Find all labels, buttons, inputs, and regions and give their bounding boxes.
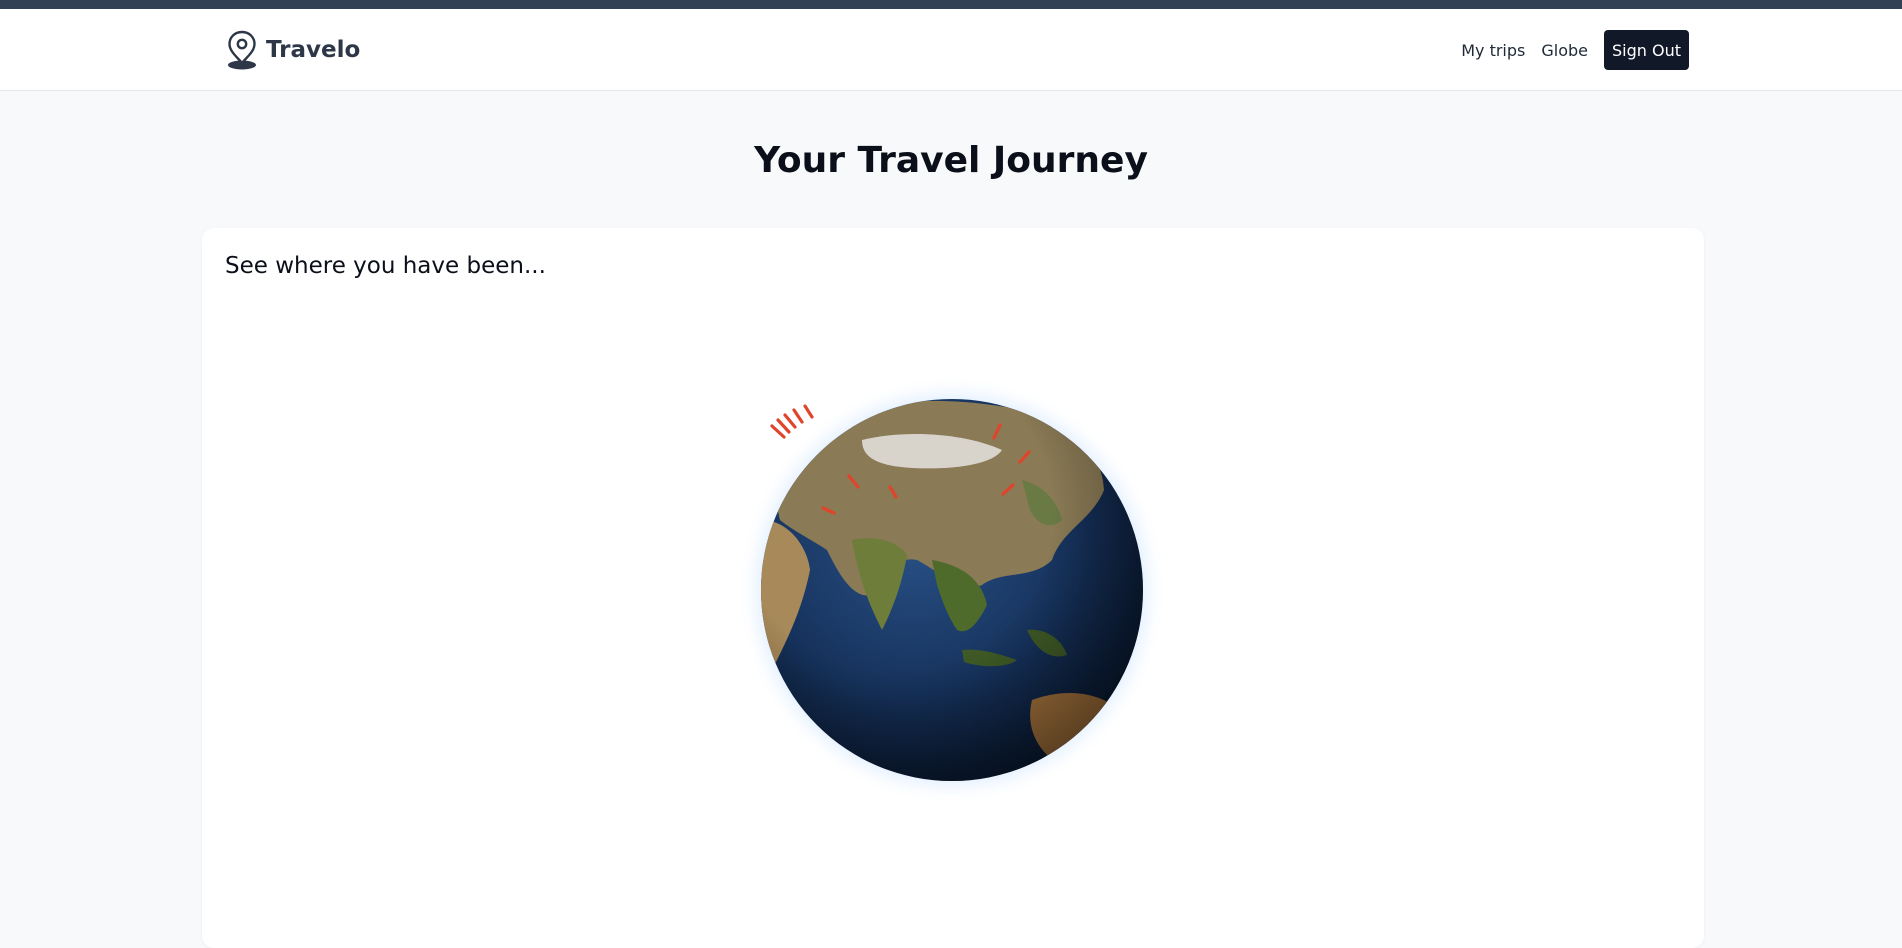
- nav-links: My trips Globe Sign Out: [1461, 30, 1689, 70]
- navbar: Travelo My trips Globe Sign Out: [0, 9, 1902, 91]
- earth-globe-icon: [737, 375, 1167, 805]
- brand-name: Travelo: [266, 37, 361, 63]
- sign-out-button[interactable]: Sign Out: [1604, 30, 1689, 70]
- card-title: See where you have been...: [225, 253, 546, 279]
- nav-link-my-trips[interactable]: My trips: [1461, 41, 1525, 60]
- top-accent-bar: [0, 0, 1902, 9]
- earth-globe[interactable]: [732, 370, 1172, 810]
- map-pin-icon: [224, 30, 260, 70]
- globe-card: See where you have been...: [202, 228, 1704, 948]
- brand-logo[interactable]: Travelo: [224, 30, 360, 70]
- page-title: Your Travel Journey: [754, 140, 1148, 181]
- nav-link-globe[interactable]: Globe: [1541, 41, 1588, 60]
